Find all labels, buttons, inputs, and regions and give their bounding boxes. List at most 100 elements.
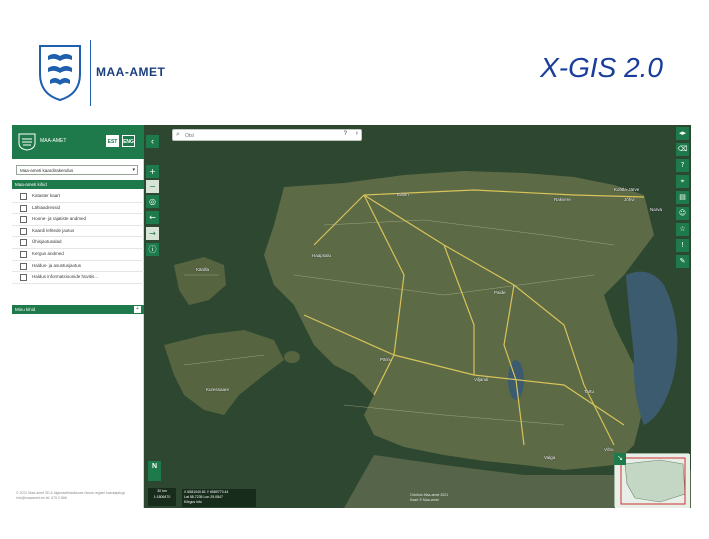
locate-icon: ◎ — [149, 197, 156, 206]
coord-height: Kõrgus info — [184, 500, 202, 504]
map-view[interactable]: Tallinn Kohtla-Järve Narva Paide Pärnu V… — [144, 125, 691, 508]
expand-icon: ◂▸ — [678, 129, 687, 137]
layer-label: Lähiaadressid — [32, 204, 61, 210]
zoom-out-icon: − — [149, 182, 156, 191]
panel-footer: © 2021 Maa-amet 3D & digimaailmaüksuse ü… — [16, 491, 125, 500]
layer-row[interactable]: Kergus andmed — [12, 249, 144, 261]
layer-checkbox[interactable] — [20, 193, 27, 200]
info-circle-icon: ⓘ — [148, 245, 157, 254]
collapse-panel-button[interactable]: ‹ — [146, 135, 159, 148]
place-label: Valga — [544, 455, 556, 460]
star-icon: ☆ — [679, 225, 686, 233]
layer-checkbox[interactable] — [20, 216, 27, 224]
panel-header: MAA-AMET EST ENG — [12, 125, 144, 159]
print-icon: ▤ — [679, 193, 686, 201]
language-eng-button[interactable]: ENG — [122, 135, 135, 147]
info-icon: ! — [681, 241, 684, 249]
location-button[interactable]: ⌖ — [676, 175, 689, 188]
overview-canvas — [615, 454, 690, 508]
layer-group-main[interactable]: Maa-ameti kihid — [12, 180, 144, 189]
back-button[interactable]: ← — [146, 211, 159, 224]
place-label: Kohtla-Järve — [614, 187, 640, 192]
search-icon: ⌕ — [176, 131, 180, 138]
panel-logo-text: MAA-AMET — [40, 138, 67, 144]
eraser-icon: ⌫ — [677, 145, 688, 153]
scale-ratio: 1:1806470 — [153, 495, 171, 499]
forward-button[interactable]: → — [146, 227, 159, 240]
place-label: Jõhvi — [624, 197, 635, 202]
layer-row[interactable]: Lähiaadressid — [12, 203, 144, 215]
place-label: Kärdla — [196, 267, 210, 272]
island-muhu — [284, 351, 300, 363]
layer-label: Haldus informatsioonide hüvitis... — [32, 274, 99, 280]
zoom-in-icon: + — [149, 167, 156, 176]
place-label: Pärnu — [380, 357, 393, 362]
layer-label: Ühisjaotusalad — [32, 239, 62, 245]
estonian-crest-icon — [39, 45, 81, 102]
layer-row[interactable]: Kataster kaart — [12, 191, 144, 203]
add-layer-icon[interactable]: + — [134, 306, 141, 313]
help-icon: ? — [680, 161, 685, 169]
locate-button[interactable]: ◎ — [146, 195, 159, 208]
place-label: Võru — [604, 447, 614, 452]
forward-icon: → — [149, 229, 156, 238]
layer-row[interactable]: Haldus- ja asustusjaotus — [12, 261, 144, 273]
place-label: Paide — [494, 290, 506, 295]
layer-row[interactable]: Haldus informatsioonide hüvitis... — [12, 272, 144, 284]
place-label: Haapsalu — [312, 253, 332, 258]
layer-list: Kataster kaart Lähiaadressid Hoone- ja r… — [12, 191, 144, 284]
layer-group-label: Maa-ameti kihid — [15, 182, 47, 187]
zoom-in-button[interactable]: + — [146, 165, 159, 178]
search-input[interactable] — [185, 131, 335, 140]
layer-label: Kergus andmed — [32, 250, 64, 256]
layer-group-user[interactable]: Minu kihid + — [12, 305, 144, 314]
overview-toggle-button[interactable]: ↘ — [614, 453, 626, 465]
expand-button[interactable]: ◂▸ — [676, 127, 689, 140]
help-button[interactable]: ? — [676, 159, 689, 172]
favourites-button[interactable]: ☆ — [676, 223, 689, 236]
location-icon: ⌖ — [680, 177, 685, 185]
xgis-app-window: Tallinn Kohtla-Järve Narva Paide Pärnu V… — [12, 125, 691, 508]
layer-label: Kataster kaart — [32, 193, 61, 198]
user-icon: ☺ — [678, 209, 687, 217]
user-button[interactable]: ☺ — [676, 207, 689, 220]
crest-icon — [18, 133, 36, 151]
layer-row[interactable]: Kaardi lehtede jaotus — [12, 226, 144, 238]
layer-row[interactable]: Ühisjaotusalad — [12, 237, 144, 249]
layer-checkbox[interactable] — [20, 204, 27, 212]
layer-checkbox[interactable] — [20, 239, 27, 247]
coordinate-readout: X 6581040.81 Y 6589773.44 Lat 58.7235 Lo… — [182, 489, 256, 507]
back-icon: ← — [149, 213, 156, 222]
zoom-out-button[interactable]: − — [146, 180, 159, 193]
expand-arrow-icon: ↘ — [617, 455, 623, 462]
print-button[interactable]: ▤ — [676, 191, 689, 204]
layer-group-label: Minu kihid — [15, 307, 36, 312]
scale-bar: 30 km 1:1806470 — [148, 488, 176, 506]
place-label: Viljandi — [474, 377, 489, 382]
layer-label: Haldus- ja asustusjaotus — [32, 262, 82, 268]
layer-row[interactable]: Hoone- ja rajatiste andmed — [12, 214, 144, 226]
logo-divider — [90, 40, 91, 106]
layer-label: Kaardi lehtede jaotus — [32, 227, 75, 233]
help-icon[interactable]: ? — [344, 131, 347, 137]
layer-checkbox[interactable] — [20, 250, 27, 258]
maa-amet-logo: MAA-AMET — [38, 40, 198, 106]
layer-checkbox[interactable] — [20, 262, 27, 270]
layer-checkbox[interactable] — [20, 274, 27, 282]
place-label: Narva — [650, 207, 663, 212]
place-label: Rakvere — [554, 197, 571, 202]
notice-button[interactable]: ! — [676, 239, 689, 252]
map-app-select[interactable]: Maa-ameti kaardirakendus ▾ — [16, 165, 138, 175]
place-label: Tartu — [584, 389, 595, 394]
map-attribution: Ortofoto Maa-amet 2021 Kaart © Maa-amet — [410, 493, 448, 503]
language-est-button[interactable]: EST — [106, 135, 119, 147]
info-button[interactable]: ⓘ — [146, 243, 159, 256]
chevron-down-icon[interactable]: › — [356, 130, 358, 137]
measure-button[interactable]: ✎ — [676, 255, 689, 268]
eraser-button[interactable]: ⌫ — [676, 143, 689, 156]
slide-title: X-GIS 2.0 — [540, 52, 663, 83]
chevron-down-icon: ▾ — [132, 167, 135, 173]
chevron-left-icon: ‹ — [151, 136, 154, 146]
search-bar[interactable]: ⌕ ? › — [172, 129, 362, 141]
layer-checkbox[interactable] — [20, 227, 27, 235]
